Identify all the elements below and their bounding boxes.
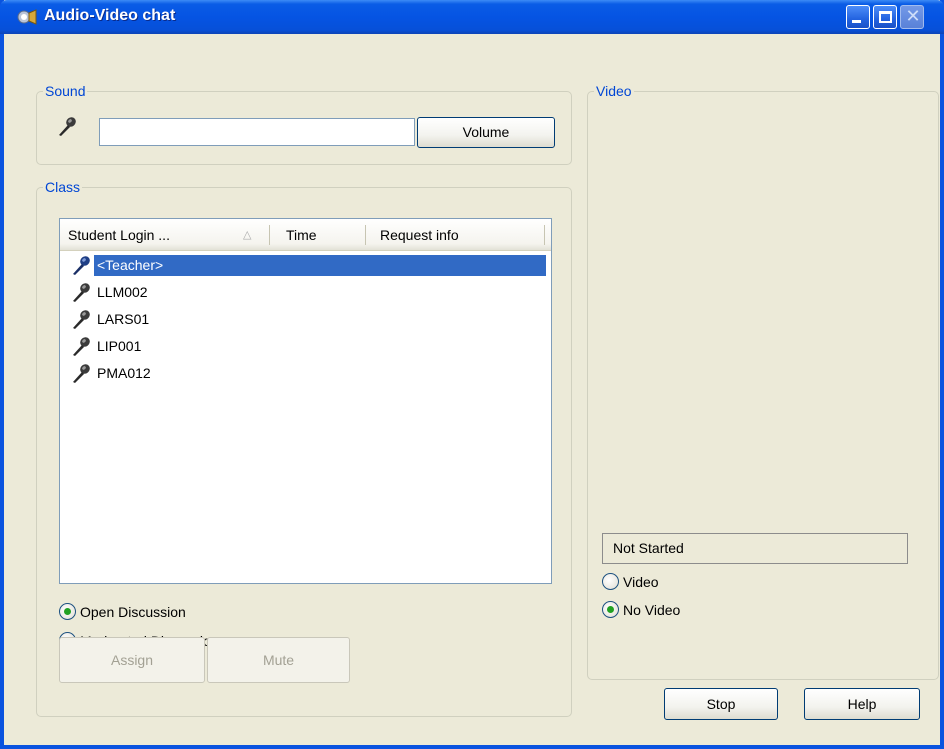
- volume-button[interactable]: Volume: [417, 117, 555, 148]
- stop-button[interactable]: Stop: [664, 688, 778, 720]
- minimize-button[interactable]: [846, 5, 870, 29]
- column-header-student-login[interactable]: Student Login ...: [68, 219, 170, 251]
- close-icon: ✕: [905, 6, 921, 27]
- audio-level-field: [99, 118, 415, 146]
- column-separator[interactable]: [544, 225, 545, 245]
- column-separator[interactable]: [365, 225, 366, 245]
- sound-legend: Sound: [43, 82, 88, 100]
- audio-video-chat-icon: [17, 9, 37, 25]
- radio-checked-icon: [59, 603, 76, 620]
- video-radio[interactable]: Video: [602, 572, 722, 592]
- microphone-icon: [73, 364, 90, 383]
- video-option-label: Video: [623, 574, 659, 590]
- microphone-icon: [73, 310, 90, 329]
- microphone-icon: [73, 256, 90, 275]
- list-item[interactable]: LARS01: [60, 306, 551, 333]
- student-login: PMA012: [97, 365, 151, 381]
- microphone-icon: [73, 337, 90, 356]
- no-video-option-label: No Video: [623, 602, 681, 618]
- open-discussion-label: Open Discussion: [80, 604, 186, 620]
- student-login: <Teacher>: [94, 255, 546, 276]
- list-item[interactable]: <Teacher>: [60, 252, 551, 279]
- video-legend: Video: [594, 82, 634, 100]
- video-group: Video Not Started Video No Video: [587, 82, 939, 680]
- student-list[interactable]: Student Login ... △ Time Request info <T…: [59, 218, 552, 584]
- student-rows: <Teacher> LLM002 LARS01 LIP001 PMA012: [60, 252, 551, 387]
- radio-checked-icon: [602, 601, 619, 618]
- microphone-icon: [59, 117, 76, 136]
- audio-video-chat-window: Audio-Video chat ✕ Sound Volume Class St…: [0, 0, 944, 749]
- list-item[interactable]: LIP001: [60, 333, 551, 360]
- maximize-button[interactable]: [873, 5, 897, 29]
- student-login: LLM002: [97, 284, 148, 300]
- close-button[interactable]: ✕: [900, 5, 924, 29]
- minimize-icon: [852, 20, 861, 23]
- mute-button[interactable]: Mute: [207, 637, 350, 683]
- list-item[interactable]: PMA012: [60, 360, 551, 387]
- column-header-time[interactable]: Time: [286, 219, 317, 251]
- sound-group: Sound Volume: [36, 82, 572, 165]
- radio-unchecked-icon: [602, 573, 619, 590]
- sort-ascending-icon: △: [243, 229, 252, 241]
- student-login: LARS01: [97, 311, 150, 327]
- list-item[interactable]: LLM002: [60, 279, 551, 306]
- column-header-request-info[interactable]: Request info: [380, 219, 459, 251]
- maximize-icon: [879, 11, 892, 23]
- class-legend: Class: [43, 178, 83, 196]
- column-separator[interactable]: [269, 225, 270, 245]
- class-group: Class Student Login ... △ Time Request i…: [36, 178, 572, 717]
- no-video-radio[interactable]: No Video: [602, 600, 742, 620]
- student-login: LIP001: [97, 338, 142, 354]
- help-button[interactable]: Help: [804, 688, 920, 720]
- video-status: Not Started: [602, 533, 908, 564]
- window-title: Audio-Video chat: [44, 7, 176, 24]
- open-discussion-radio[interactable]: Open Discussion: [59, 602, 259, 622]
- student-list-header: Student Login ... △ Time Request info: [60, 219, 551, 251]
- assign-button[interactable]: Assign: [59, 637, 205, 683]
- microphone-icon: [73, 283, 90, 302]
- title-bar[interactable]: Audio-Video chat ✕: [0, 0, 944, 34]
